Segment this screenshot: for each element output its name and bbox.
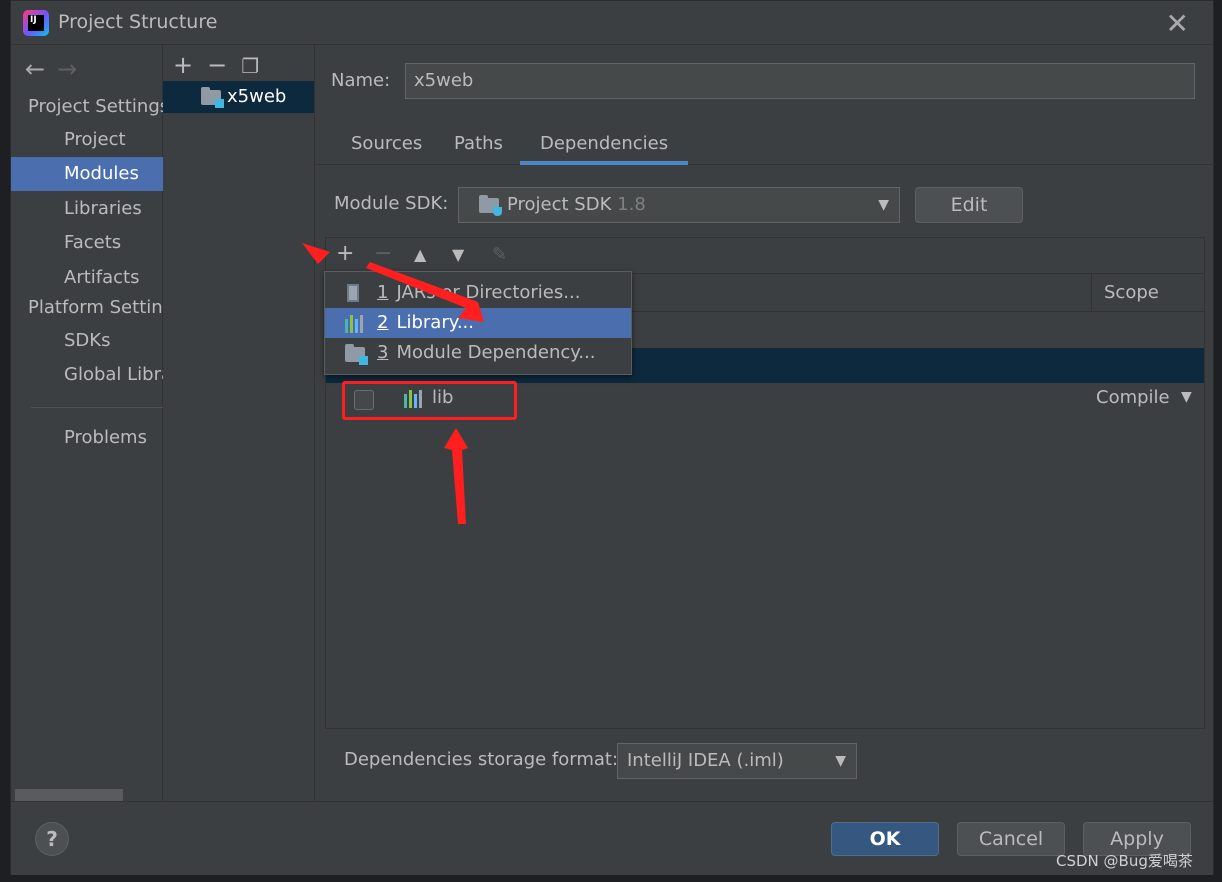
project-structure-dialog: IJ Project Structure ✕ ← → Project Settin… <box>10 0 1215 875</box>
storage-format-label: Dependencies storage format: <box>344 749 619 770</box>
menu-item-module-dependency[interactable]: 3 Module Dependency... <box>325 338 631 368</box>
menu-item-library[interactable]: 2 Library... <box>325 308 631 338</box>
remove-module-icon[interactable]: − <box>207 51 227 79</box>
window-title: Project Structure <box>58 11 218 33</box>
sdk-value: Project SDK <box>507 194 612 215</box>
settings-sidebar: ← → Project Settings Project Modules Libr… <box>11 45 183 801</box>
module-item-x5web[interactable]: x5web <box>163 81 314 113</box>
sdk-version: 1.8 <box>617 194 646 215</box>
chevron-down-icon[interactable]: ▼ <box>1181 389 1192 405</box>
module-name-input[interactable]: x5web <box>405 63 1195 99</box>
forward-arrow-icon[interactable]: → <box>57 55 77 83</box>
module-tabs: Sources Paths Dependencies <box>315 127 1215 165</box>
ok-button[interactable]: OK <box>831 822 939 856</box>
dialog-button-bar: ? OK Cancel Apply <box>11 801 1213 875</box>
tab-sources[interactable]: Sources <box>351 133 422 154</box>
title-bar: IJ Project Structure ✕ <box>11 1 1213 45</box>
name-label: Name: <box>331 70 391 91</box>
add-dependency-icon[interactable]: + <box>336 241 354 266</box>
help-button[interactable]: ? <box>35 822 69 856</box>
chevron-down-icon: ▼ <box>835 753 846 769</box>
project-settings-heading: Project Settings <box>28 96 170 117</box>
scope-value[interactable]: Compile <box>1096 387 1170 408</box>
jar-icon <box>347 284 359 302</box>
edit-pencil-icon[interactable]: ✎ <box>492 244 507 265</box>
move-down-icon[interactable]: ▼ <box>452 245 464 264</box>
module-sdk-dropdown[interactable]: Project SDK 1.8 ▼ <box>458 187 900 223</box>
back-arrow-icon[interactable]: ← <box>25 55 45 83</box>
module-folder-icon <box>201 87 224 108</box>
history-arrows: ← → <box>25 55 89 83</box>
storage-format-dropdown[interactable]: IntelliJ IDEA (.iml) ▼ <box>617 743 857 779</box>
sidebar-item-artifacts[interactable]: Artifacts <box>11 261 163 295</box>
sidebar-item-libraries[interactable]: Libraries <box>11 192 163 226</box>
dependencies-toolbar: + − ▲ ▼ ✎ <box>326 238 1204 274</box>
sidebar-item-facets[interactable]: Facets <box>11 226 163 260</box>
lib-highlight-box <box>342 381 517 420</box>
sidebar-item-project[interactable]: Project <box>11 123 163 157</box>
tab-dependencies[interactable]: Dependencies <box>519 133 689 165</box>
sidebar-item-sdks[interactable]: SDKs <box>11 324 163 358</box>
add-dependency-menu: 1 JARs or Directories... 2 Library... 3 Mod… <box>324 271 632 375</box>
watermark: CSDN @Bug爱喝茶 <box>1056 852 1193 870</box>
library-icon <box>345 315 367 333</box>
cancel-button[interactable]: Cancel <box>957 822 1065 856</box>
sdk-folder-icon <box>479 195 502 216</box>
remove-dependency-icon[interactable]: − <box>374 241 392 266</box>
module-settings-panel: Name: x5web Sources Paths Dependencies M… <box>315 45 1215 801</box>
intellij-logo-icon: IJ <box>23 10 49 36</box>
module-sdk-label: Module SDK: <box>334 193 449 214</box>
sidebar-item-problems[interactable]: Problems <box>11 421 163 455</box>
module-name: x5web <box>227 86 287 107</box>
platform-settings-heading: Platform Settings <box>28 297 184 318</box>
sidebar-scrollbar[interactable] <box>15 789 123 801</box>
scope-column-header[interactable]: Scope <box>1091 274 1159 312</box>
module-toolbar: + − ❐ <box>173 51 273 79</box>
sidebar-divider <box>31 407 163 408</box>
sidebar-item-modules[interactable]: Modules <box>11 157 163 191</box>
close-icon[interactable]: ✕ <box>1166 7 1189 40</box>
edit-sdk-button[interactable]: Edit <box>915 187 1023 223</box>
module-folder-icon <box>345 344 368 365</box>
move-up-icon[interactable]: ▲ <box>414 245 426 264</box>
add-module-icon[interactable]: + <box>173 51 193 79</box>
storage-format-value: IntelliJ IDEA (.iml) <box>627 750 784 771</box>
chevron-down-icon: ▼ <box>878 197 889 213</box>
menu-item-jars[interactable]: 1 JARs or Directories... <box>325 278 631 308</box>
tab-paths[interactable]: Paths <box>454 133 503 154</box>
module-list-panel: + − ❐ x5web <box>163 45 315 801</box>
sidebar-item-global-libraries[interactable]: Global Libraries <box>11 358 163 392</box>
copy-module-icon[interactable]: ❐ <box>241 54 259 78</box>
